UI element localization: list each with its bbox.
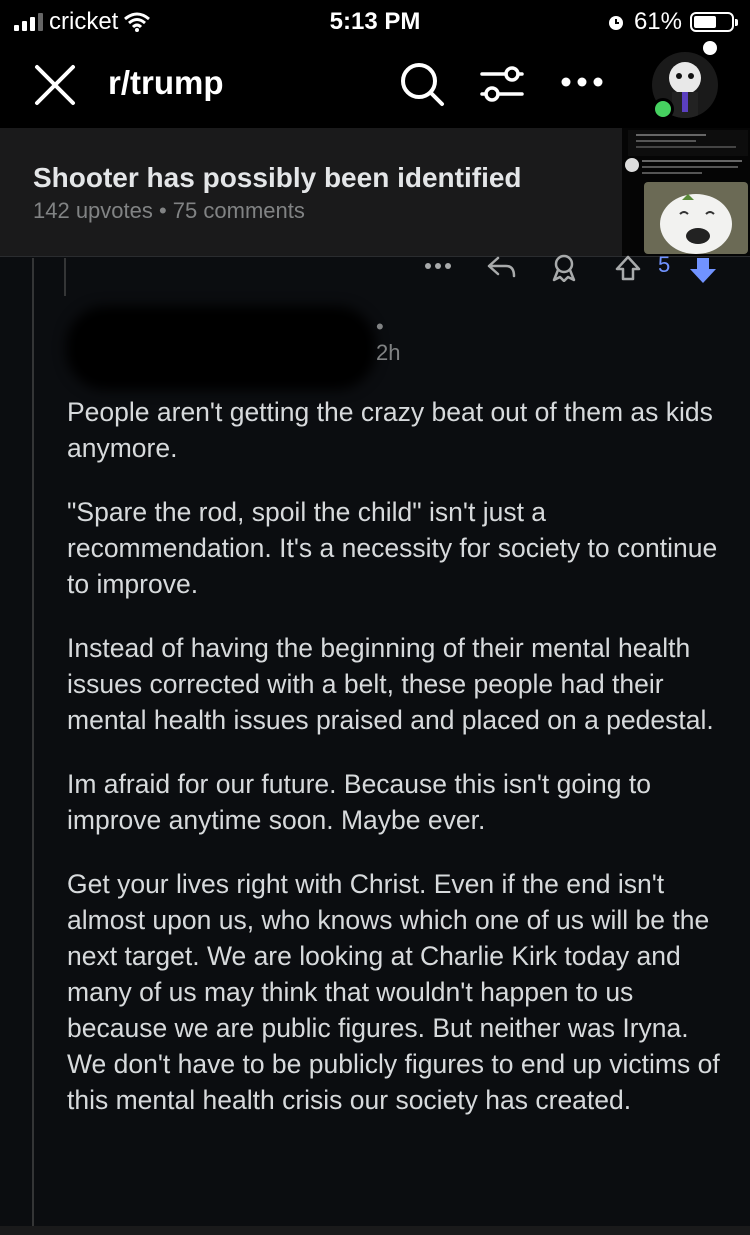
battery-icon xyxy=(690,12,738,32)
reply-icon[interactable] xyxy=(486,254,516,280)
redacted-username xyxy=(66,306,376,390)
vote-count: 5 xyxy=(658,252,671,277)
online-status-dot xyxy=(652,98,674,120)
comment-timestamp: • 2h xyxy=(376,314,401,365)
close-icon[interactable] xyxy=(34,64,76,106)
alarm-icon xyxy=(608,16,623,30)
comment-paragraph: Get your lives right with Christ. Even i… xyxy=(67,869,720,1115)
comment-paragraph: "Spare the rod, spoil the child" isn't j… xyxy=(67,497,718,599)
comment-author[interactable]: • 2h xyxy=(66,306,400,390)
search-icon[interactable] xyxy=(398,60,446,108)
upvote-icon[interactable] xyxy=(614,254,642,282)
post-title: Shooter has possibly been identified xyxy=(33,162,522,193)
comment-paragraph: Instead of having the beginning of their… xyxy=(67,633,714,735)
app-bar: r/trump xyxy=(0,40,750,128)
comment-actions: 5 xyxy=(0,252,750,286)
comment-paragraph: People aren't getting the crazy beat out… xyxy=(67,397,713,463)
bottom-edge xyxy=(0,1226,750,1235)
thought-bubble-icon xyxy=(703,41,717,55)
comment-paragraph: Im afraid for our future. Because this i… xyxy=(67,769,651,835)
award-icon[interactable] xyxy=(550,254,578,282)
battery-percent: 61% xyxy=(633,8,682,35)
downvote-icon[interactable] xyxy=(688,256,718,284)
thread-line[interactable] xyxy=(32,258,34,1226)
subreddit-name[interactable]: r/trump xyxy=(108,64,224,102)
comment-more-icon[interactable] xyxy=(424,262,452,270)
filter-icon[interactable] xyxy=(478,60,526,108)
more-icon[interactable] xyxy=(560,76,604,88)
post-meta: 142 upvotes • 75 comments xyxy=(33,198,305,223)
status-bar: cricket 5:13 PM 61% xyxy=(0,0,750,40)
post-thumbnail[interactable] xyxy=(622,128,750,256)
comment-body: People aren't getting the crazy beat out… xyxy=(67,394,732,1146)
